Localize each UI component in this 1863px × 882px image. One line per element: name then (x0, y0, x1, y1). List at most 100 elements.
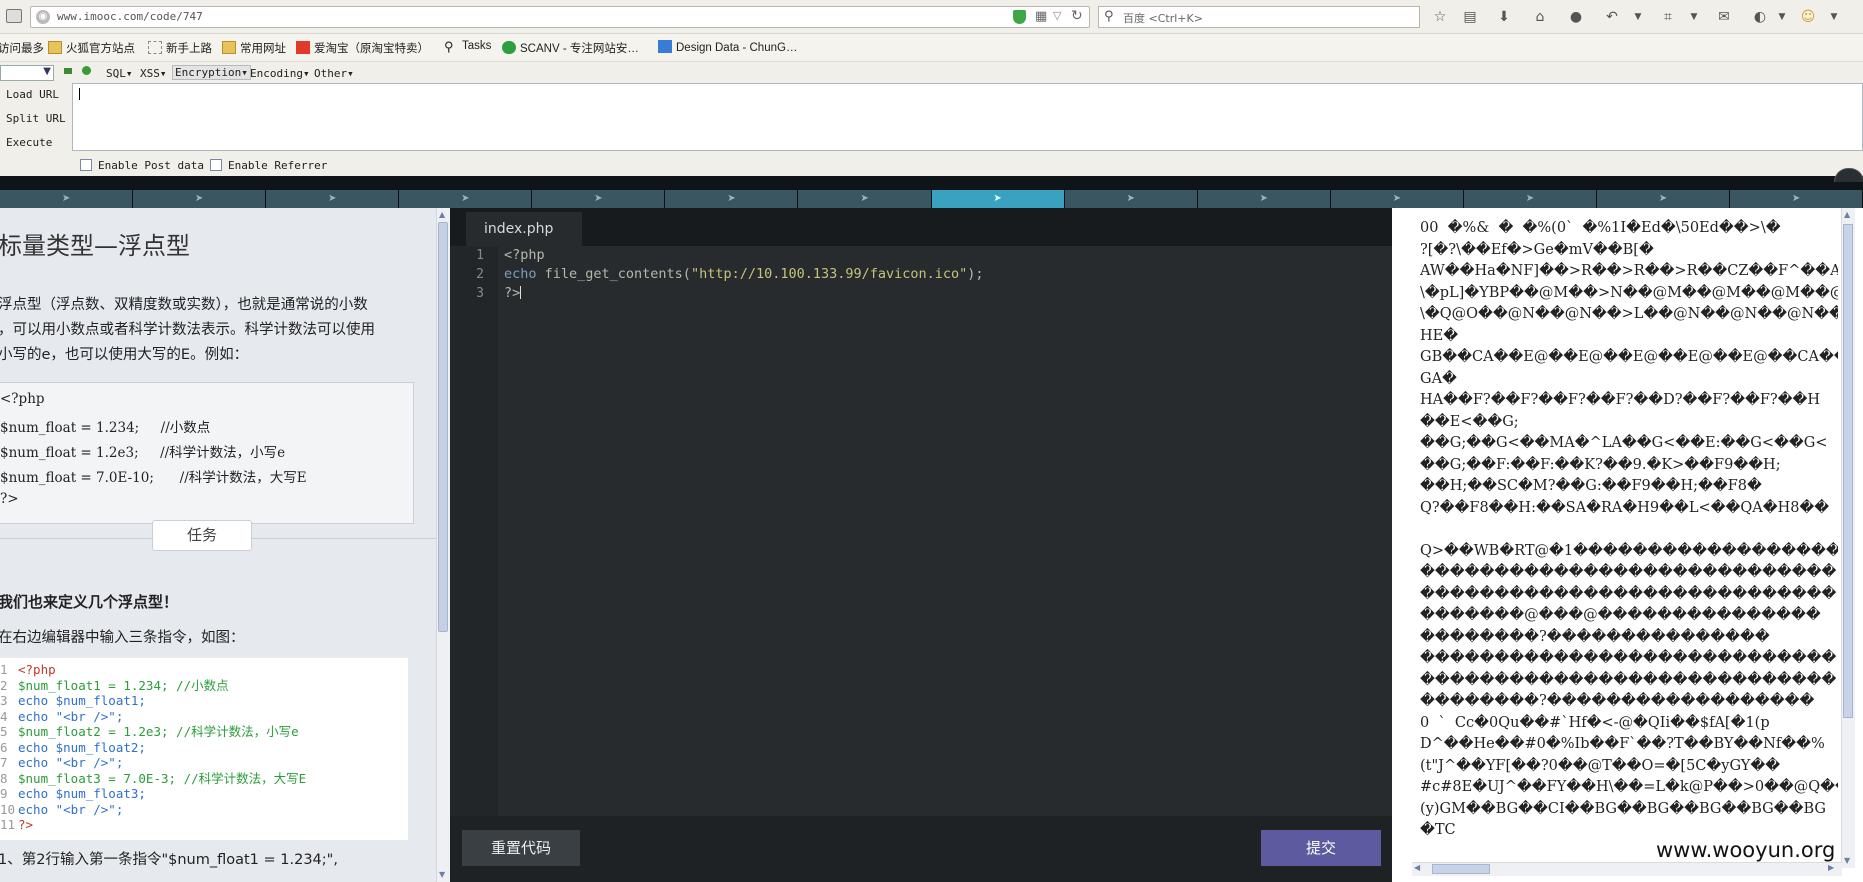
step-segment[interactable]: ➤ (798, 190, 932, 208)
bookmark-label: 访问最多 (0, 43, 44, 55)
smiley-icon[interactable]: ☺ (1800, 9, 1816, 25)
increase-icon[interactable] (82, 66, 91, 75)
task-instruction: 在右边编辑器中输入三条指令，如图： (0, 630, 245, 646)
task-button[interactable]: 任务 (152, 520, 252, 551)
step-segment[interactable]: ➤ (266, 190, 400, 208)
step-segment[interactable]: ➤ (665, 190, 799, 208)
chevron-down-icon[interactable]: ▼ (1686, 9, 1702, 25)
avatar-icon[interactable]: ◐ (1752, 9, 1768, 25)
dropdown-arrow-icon[interactable]: ▽ (1053, 9, 1061, 22)
step-arrow-icon: ➤ (194, 193, 204, 204)
watermark: www.wooyun.org (1656, 838, 1836, 862)
text-cursor (520, 286, 522, 299)
editor-line[interactable]: ?> (504, 285, 522, 301)
home-icon[interactable]: ⌂ (1532, 9, 1548, 25)
step-segment[interactable]: ➤ (399, 190, 533, 208)
step-segment[interactable]: ➤ (133, 190, 267, 208)
step-segment[interactable]: ➤ (0, 190, 134, 208)
output-line: \�Q@O��@N��@N��>L��@N��@N��@N��@N (1420, 306, 1838, 322)
reload-icon[interactable]: ↻ (1071, 8, 1083, 24)
download-icon[interactable]: ⬇ (1496, 9, 1512, 25)
step-segment[interactable]: ➤ (1596, 190, 1731, 208)
tab-index-php[interactable]: index.php (466, 212, 582, 246)
snippet-line: 1 <?php (0, 662, 56, 678)
bookmark-taobao[interactable]: 爱淘宝（原淘宝特卖） (296, 40, 429, 56)
enable-referrer-checkbox[interactable]: Enable Referrer (210, 159, 327, 172)
bookmark-scanv[interactable]: SCANV - 专注网站安… (502, 40, 639, 56)
menu-sql[interactable]: SQL▾ (106, 67, 133, 80)
bookmark-label: Tasks (462, 40, 492, 52)
echo-keyword: echo (504, 266, 545, 282)
split-url-button[interactable]: Split URL (6, 112, 66, 125)
shield-icon[interactable] (1013, 10, 1026, 24)
qr-code-icon[interactable]: ▦ (1035, 9, 1047, 24)
scroll-right-icon[interactable]: ▶ (1828, 863, 1834, 872)
submit-button[interactable]: 提交 (1261, 830, 1381, 866)
bookmark-getting-started[interactable]: 新手上路 (148, 40, 212, 56)
hackbar-url-input[interactable] (72, 83, 1863, 151)
menu-other[interactable]: Other▾ (314, 67, 354, 80)
step-segment[interactable]: ➤ (1730, 190, 1863, 208)
url-field[interactable]: ◉ www.imooc.com/code/747 ▦ ▽ ↻ (30, 6, 1090, 28)
line-number: 3 (476, 286, 484, 301)
bookmarks-list-icon[interactable]: ▤ (1462, 9, 1478, 25)
lesson-text-line: ，可以用小数点或者科学计数法表示。科学计数法可以使用 (0, 322, 375, 338)
step-segment[interactable]: ➤ (1064, 190, 1198, 208)
url-text: www.imooc.com/code/747 (57, 10, 203, 23)
tab-groups-icon[interactable] (6, 9, 22, 23)
crop-icon[interactable]: ⌗ (1660, 9, 1676, 25)
hackbar-dropdown[interactable]: ▼ (0, 65, 54, 81)
bookmark-common-sites[interactable]: 常用网址 (222, 40, 286, 56)
load-url-button[interactable]: Load URL (6, 88, 59, 101)
undo-icon[interactable]: ↶ (1604, 9, 1620, 25)
output-line: 00 �%& � �%(0` �%1I�Ed�\50Ed��>\� (1420, 220, 1781, 236)
search-field[interactable]: ⚲ 百度 <Ctrl+K> (1098, 6, 1420, 28)
snippet-line: 2 $num_float1 = 1.234; //小数点 (0, 678, 229, 694)
editor-footer (450, 816, 1392, 882)
menu-xss[interactable]: XSS▾ (140, 67, 167, 80)
snippet-line-number: 3 (0, 693, 8, 708)
enable-post-checkbox[interactable]: Enable Post data (80, 159, 204, 172)
scroll-left-icon[interactable]: ◀ (1414, 863, 1420, 872)
bookmark-design-data[interactable]: Design Data - ChunG… (658, 40, 797, 54)
scroll-down-icon[interactable]: ▼ (1844, 856, 1850, 865)
step-segment[interactable]: ➤ (532, 190, 666, 208)
code-editor (450, 208, 1392, 882)
scroll-up-icon[interactable]: ▲ (1844, 210, 1850, 219)
bookmark-most-visited[interactable]: 访问最多 (0, 40, 44, 56)
editor-line[interactable]: <?php (504, 247, 545, 263)
lesson-scroll-thumb[interactable] (438, 222, 448, 632)
menu-encoding[interactable]: Encoding▾ (250, 67, 310, 80)
chevron-down-icon[interactable]: ▼ (1774, 9, 1790, 25)
editor-tab-bar (450, 208, 1392, 246)
line-number: 1 (476, 248, 484, 263)
chevron-down-icon[interactable]: ▼ (1826, 9, 1842, 25)
code-line: ?> (0, 491, 19, 507)
step-segment[interactable]: ➤ (931, 190, 1065, 208)
bookmark-firefox[interactable]: 火狐官方站点 (48, 40, 135, 56)
step-segment[interactable]: ➤ (1463, 190, 1597, 208)
output-line: HE� (1420, 327, 1459, 344)
menu-encryption[interactable]: Encryption▾ (172, 65, 251, 80)
bookmark-tasks[interactable]: ⚲ Tasks (444, 40, 491, 53)
message-icon[interactable]: ✉ (1716, 9, 1732, 25)
bookmark-label: 火狐官方站点 (66, 43, 135, 55)
avatar[interactable] (1834, 168, 1863, 182)
chevron-down-icon[interactable]: ▼ (1630, 9, 1646, 25)
chat-icon[interactable]: ● (1568, 9, 1584, 25)
bookmark-star-icon[interactable]: ☆ (1432, 9, 1448, 25)
step-arrow-icon: ➤ (328, 193, 337, 204)
execute-button[interactable]: Execute (6, 136, 52, 149)
task-heading: 我们也来定义几个浮点型！ (0, 593, 179, 611)
decrease-icon[interactable] (64, 68, 72, 74)
scroll-down-icon[interactable]: ▼ (439, 870, 445, 879)
snippet-line: 6 echo $num_float2; (0, 740, 146, 756)
step-segment[interactable]: ➤ (1197, 190, 1331, 208)
reset-code-button[interactable]: 重置代码 (462, 830, 580, 866)
step-segment[interactable]: ➤ (1330, 190, 1464, 208)
editor-line[interactable]: echo file_get_contents("http://10.100.13… (504, 266, 984, 282)
scroll-up-icon[interactable]: ▲ (439, 210, 445, 219)
dashed-box-icon (148, 41, 162, 54)
output-horizontal-thumb[interactable] (1432, 864, 1490, 874)
output-scroll-thumb[interactable] (1843, 224, 1853, 718)
